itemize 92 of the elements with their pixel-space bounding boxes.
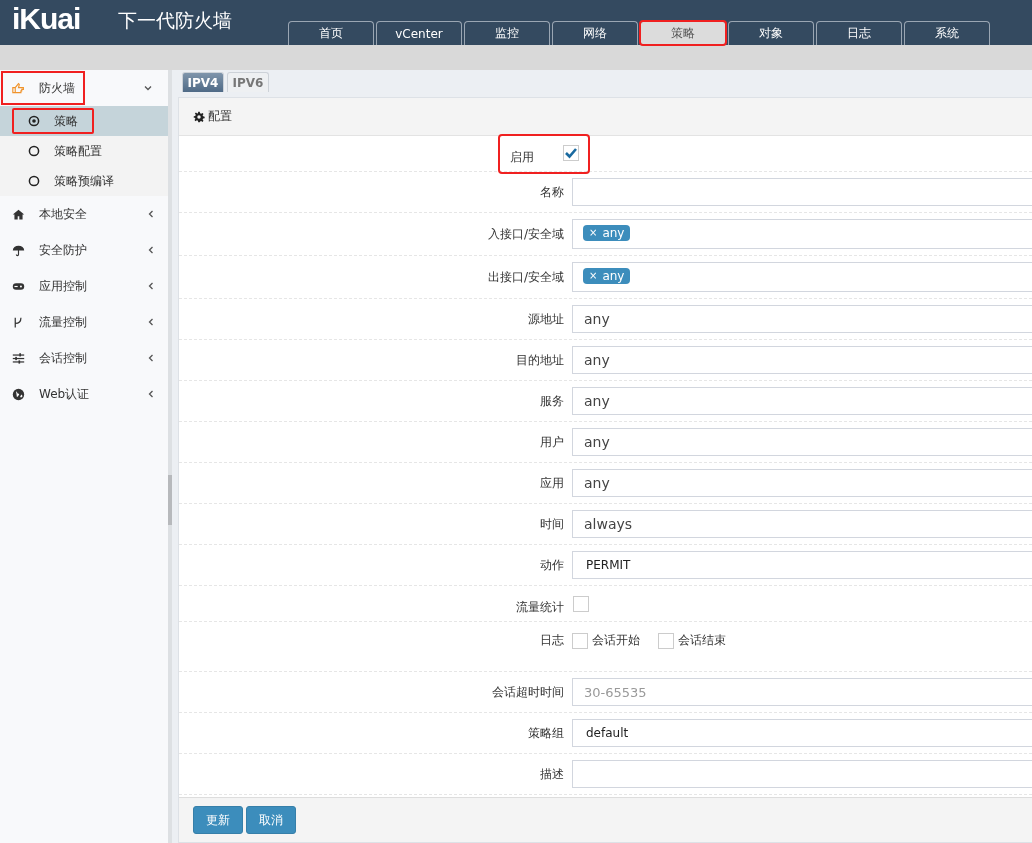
sidebar-sublabel: 策略 <box>54 112 78 130</box>
sidebar-label: 安全防护 <box>39 241 88 259</box>
field-label: 动作 <box>539 556 564 574</box>
chevron-left-icon <box>146 281 156 291</box>
field-label: 启用 <box>509 149 534 166</box>
select-field[interactable]: PERMIT <box>572 551 1032 579</box>
umbrella-icon <box>12 243 25 257</box>
circle-icon <box>28 175 40 187</box>
gear-icon <box>193 110 205 123</box>
nav-tab[interactable]: 网络 <box>552 21 638 45</box>
sidebar-item[interactable]: 会话控制 <box>0 340 168 376</box>
sidebar-subitem[interactable]: 策略配置 <box>0 136 168 166</box>
field-label: 日志 <box>539 632 564 649</box>
protocol-tab[interactable]: IPV6 <box>227 72 269 92</box>
field-label: 服务 <box>539 392 564 410</box>
field-label: 应用 <box>539 474 564 492</box>
nav-tab[interactable]: vCenter <box>376 21 462 45</box>
checkbox-label: 会话结束 <box>678 632 726 649</box>
tag[interactable]: × any <box>583 224 631 241</box>
sidebar-label: 应用控制 <box>39 277 88 295</box>
checkbox-label: 会话开始 <box>592 632 640 649</box>
text-field[interactable] <box>572 760 1032 788</box>
protocol-tab[interactable]: IPV4 <box>182 72 224 92</box>
tag-field[interactable]: × any <box>572 262 1032 292</box>
chevron-left-icon <box>146 245 156 255</box>
home-icon <box>12 207 25 221</box>
field-label: 策略组 <box>527 724 564 742</box>
sidebar-sublabel: 策略预编译 <box>54 172 114 190</box>
text-field[interactable]: any <box>572 387 1032 415</box>
field-label: 用户 <box>539 433 564 451</box>
nav-tab[interactable]: 首页 <box>288 21 374 45</box>
text-field[interactable]: always <box>572 510 1032 538</box>
checkbox[interactable] <box>658 632 674 649</box>
checkbox[interactable] <box>573 595 589 612</box>
product-title: 下一代防火墙 <box>118 8 232 33</box>
panel-title: 配置 <box>208 108 232 125</box>
sidebar-subitem[interactable]: 策略预编译 <box>0 166 168 196</box>
action-button[interactable]: 取消 <box>246 806 296 834</box>
sidebar-label: 防火墙 <box>39 79 76 97</box>
chevron-left-icon <box>146 389 156 399</box>
sidebar-sublabel: 策略配置 <box>54 142 102 160</box>
field-label: 源地址 <box>527 310 564 328</box>
text-field[interactable]: any <box>572 305 1032 333</box>
text-field[interactable]: any <box>572 428 1032 456</box>
text-field[interactable]: any <box>572 346 1032 374</box>
nav-tab[interactable]: 监控 <box>464 21 550 45</box>
sliders-icon <box>12 351 25 365</box>
sidebar-item[interactable]: 应用控制 <box>0 268 168 304</box>
field-label: 出接口/安全域 <box>486 268 564 286</box>
text-field[interactable]: 30-65535 <box>572 678 1032 706</box>
sidebar-label: Web认证 <box>39 385 91 403</box>
nav-tab[interactable]: 日志 <box>816 21 902 45</box>
chevron-left-icon <box>146 353 156 363</box>
chevron-left-icon <box>146 209 156 219</box>
sidebar-item[interactable]: Web认证 <box>0 376 168 412</box>
sidebar-item[interactable]: 安全防护 <box>0 232 168 268</box>
text-field[interactable]: any <box>572 469 1032 497</box>
field-label: 名称 <box>539 183 564 201</box>
field-label: 描述 <box>539 765 564 783</box>
tag-label: any <box>602 268 625 283</box>
field-label: 会话超时时间 <box>491 683 564 701</box>
logo: iKuai <box>12 2 81 36</box>
sidebar-item[interactable]: 防火墙 <box>0 70 86 106</box>
sidebar-item[interactable]: 流量控制 <box>0 304 168 340</box>
circle-icon <box>28 145 40 157</box>
globe-icon <box>12 387 25 401</box>
tag-field[interactable]: × any <box>572 219 1032 249</box>
action-button[interactable]: 更新 <box>193 806 243 834</box>
select-field[interactable]: default <box>572 719 1032 747</box>
sidebar-item[interactable]: 本地安全 <box>0 196 168 232</box>
sidebar-subitem[interactable]: 策略 <box>0 106 168 136</box>
pointing-hand-icon <box>12 81 25 95</box>
tag-label: any <box>602 225 625 240</box>
dot-circle-icon <box>28 115 40 127</box>
sidebar-label: 流量控制 <box>39 313 88 331</box>
remove-tag-button[interactable]: × <box>589 270 598 281</box>
sidebar-label: 本地安全 <box>39 205 88 223</box>
sidebar-label: 会话控制 <box>39 349 88 367</box>
checkbox[interactable] <box>563 144 579 161</box>
field-label: 时间 <box>539 515 564 533</box>
field-label: 流量统计 <box>515 599 564 616</box>
checkbox[interactable] <box>572 632 588 649</box>
chevron-down-icon <box>143 83 153 93</box>
nav-tab[interactable]: 策略 <box>640 21 726 45</box>
text-field[interactable] <box>572 178 1032 206</box>
field-label: 入接口/安全域 <box>486 225 564 243</box>
nav-tab[interactable]: 对象 <box>728 21 814 45</box>
chevron-left-icon <box>146 317 156 327</box>
remove-tag-button[interactable]: × <box>589 227 598 238</box>
nav-tab[interactable]: 系统 <box>904 21 990 45</box>
tag[interactable]: × any <box>583 267 631 284</box>
field-label: 目的地址 <box>515 351 564 369</box>
